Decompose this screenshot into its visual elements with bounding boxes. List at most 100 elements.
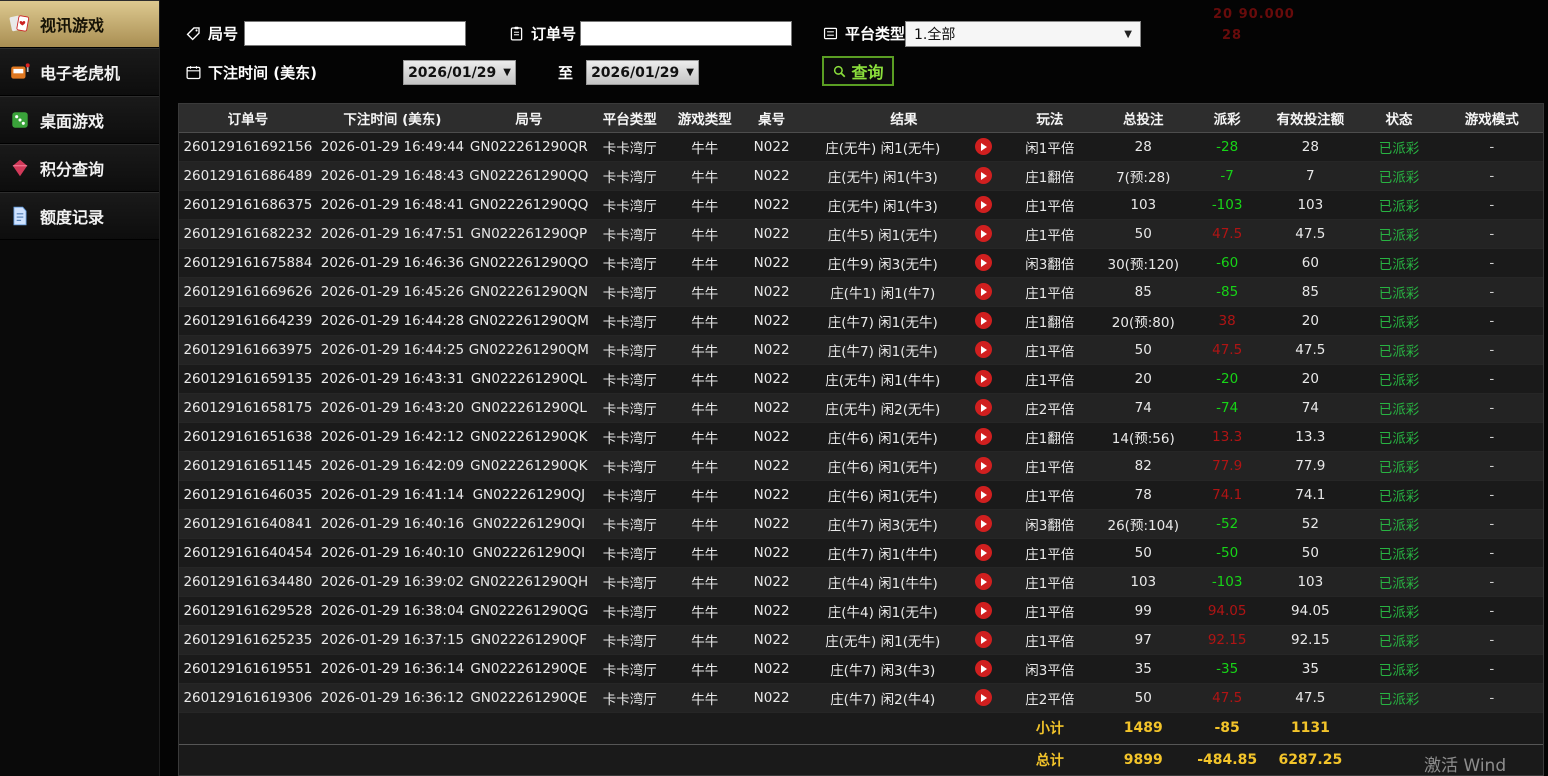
payout-cell: 13.3 bbox=[1191, 422, 1264, 452]
replay-button[interactable] bbox=[974, 428, 992, 445]
table-no-cell: N022 bbox=[739, 422, 804, 452]
replay-button[interactable] bbox=[974, 312, 992, 329]
game-type-cell: 牛牛 bbox=[670, 393, 740, 423]
game-type-cell: 牛牛 bbox=[670, 480, 740, 510]
table-no-cell: N022 bbox=[739, 248, 804, 278]
order-id-cell: 260129161629528 bbox=[179, 596, 317, 626]
replay-button[interactable] bbox=[974, 341, 992, 358]
replay-button[interactable] bbox=[974, 254, 992, 271]
game-mode-cell: - bbox=[1440, 161, 1543, 191]
game-type-cell: 牛牛 bbox=[670, 248, 740, 278]
result-cell: 庄(无牛) 闲1(无牛) bbox=[803, 132, 962, 162]
table-no-cell: N022 bbox=[739, 625, 804, 655]
play-icon bbox=[981, 519, 988, 528]
play-icon bbox=[981, 635, 988, 644]
result-cell: 庄(牛7) 闲3(牛3) bbox=[803, 654, 962, 684]
date-to-select[interactable]: 2026/01/29 ▼ bbox=[586, 60, 699, 85]
replay-button[interactable] bbox=[974, 196, 992, 213]
order-id-cell: 260129161669626 bbox=[179, 277, 317, 307]
game-mode-cell: - bbox=[1440, 306, 1543, 336]
replay-button[interactable] bbox=[974, 138, 992, 155]
replay-button[interactable] bbox=[974, 660, 992, 677]
game-type-cell: 牛牛 bbox=[670, 625, 740, 655]
replay-button[interactable] bbox=[974, 167, 992, 184]
query-button[interactable]: 查询 bbox=[822, 56, 894, 86]
replay-button[interactable] bbox=[974, 225, 992, 242]
total-bet-cell: 103 bbox=[1095, 567, 1191, 597]
platform-type-select[interactable]: 1.全部 ▼ bbox=[905, 21, 1141, 47]
result-cell: 庄(牛9) 闲3(无牛) bbox=[803, 248, 962, 278]
game-type-cell: 牛牛 bbox=[670, 683, 740, 713]
replay-button[interactable] bbox=[974, 399, 992, 416]
platform-type-value: 1.全部 bbox=[914, 27, 956, 43]
result-cell: 庄(无牛) 闲2(无牛) bbox=[803, 393, 962, 423]
valid-bet-cell: 74 bbox=[1263, 393, 1358, 423]
round-number-input[interactable] bbox=[244, 21, 466, 46]
order-id-cell: 260129161682232 bbox=[179, 219, 317, 249]
game-type-cell: 牛牛 bbox=[670, 190, 740, 220]
play-type-cell: 庄2平倍 bbox=[1004, 393, 1096, 423]
replay-button[interactable] bbox=[974, 457, 992, 474]
replay-button[interactable] bbox=[974, 370, 992, 387]
bet-time-cell: 2026-01-29 16:48:43 bbox=[316, 161, 469, 191]
platform-cell: 卡卡湾厅 bbox=[589, 393, 670, 423]
order-number-input[interactable] bbox=[580, 21, 792, 46]
game-mode-cell: - bbox=[1440, 277, 1543, 307]
status-cell: 已派彩 bbox=[1357, 654, 1441, 684]
replay-button[interactable] bbox=[974, 602, 992, 619]
valid-bet-cell: 47.5 bbox=[1263, 683, 1358, 713]
status-cell: 已派彩 bbox=[1357, 306, 1441, 336]
replay-button[interactable] bbox=[974, 283, 992, 300]
replay-button[interactable] bbox=[974, 486, 992, 503]
table-row: 260129161619306 2026-01-29 16:36:12 GN02… bbox=[179, 683, 1543, 713]
round-id-cell: GN022261290QG bbox=[468, 596, 590, 626]
valid-bet-cell: 20 bbox=[1263, 306, 1358, 336]
total-bet-cell: 50 bbox=[1095, 538, 1191, 568]
replay-cell bbox=[961, 393, 1005, 423]
table-no-cell: N022 bbox=[739, 219, 804, 249]
grand-total-row: 总计 9899 -484.85 6287.25 bbox=[179, 743, 1543, 775]
table-no-cell: N022 bbox=[739, 538, 804, 568]
header-payout: 派彩 bbox=[1191, 104, 1264, 133]
replay-button[interactable] bbox=[974, 631, 992, 648]
replay-button[interactable] bbox=[974, 689, 992, 706]
round-id-cell: GN022261290QQ bbox=[468, 190, 590, 220]
sidebar-item-video-games[interactable]: 视讯游戏 bbox=[0, 0, 159, 48]
sidebar-item-points-query[interactable]: 积分查询 bbox=[0, 144, 159, 192]
result-cell: 庄(牛6) 闲1(无牛) bbox=[803, 480, 962, 510]
order-id-cell: 260129161659135 bbox=[179, 364, 317, 394]
bet-time-cell: 2026-01-29 16:45:26 bbox=[316, 277, 469, 307]
play-icon bbox=[981, 374, 988, 383]
platform-cell: 卡卡湾厅 bbox=[589, 451, 670, 481]
bet-time-cell: 2026-01-29 16:42:12 bbox=[316, 422, 469, 452]
sidebar-item-table-games[interactable]: 桌面游戏 bbox=[0, 96, 159, 144]
chevron-down-icon: ▼ bbox=[1124, 28, 1132, 40]
play-type-cell: 庄1平倍 bbox=[1004, 480, 1096, 510]
table-row: 260129161659135 2026-01-29 16:43:31 GN02… bbox=[179, 364, 1543, 394]
order-number-label: 订单号 bbox=[508, 23, 576, 44]
result-cell: 庄(牛4) 闲1(牛牛) bbox=[803, 567, 962, 597]
order-id-cell: 260129161663975 bbox=[179, 335, 317, 365]
table-row: 260129161646035 2026-01-29 16:41:14 GN02… bbox=[179, 480, 1543, 510]
replay-button[interactable] bbox=[974, 515, 992, 532]
play-type-cell: 庄1翻倍 bbox=[1004, 422, 1096, 452]
game-type-cell: 牛牛 bbox=[670, 277, 740, 307]
sidebar-item-slot-machines[interactable]: 电子老虎机 bbox=[0, 48, 159, 96]
replay-button[interactable] bbox=[974, 544, 992, 561]
date-from-select[interactable]: 2026/01/29 ▼ bbox=[403, 60, 516, 85]
valid-bet-cell: 85 bbox=[1263, 277, 1358, 307]
play-icon bbox=[981, 490, 988, 499]
payout-cell: -7 bbox=[1191, 161, 1264, 191]
replay-cell bbox=[961, 451, 1005, 481]
sidebar-item-quota-records[interactable]: 额度记录 bbox=[0, 192, 159, 240]
status-cell: 已派彩 bbox=[1357, 132, 1441, 162]
order-id-cell: 260129161686375 bbox=[179, 190, 317, 220]
date-range-to-label: 至 bbox=[558, 64, 574, 82]
payout-cell: -28 bbox=[1191, 132, 1264, 162]
replay-button[interactable] bbox=[974, 573, 992, 590]
status-cell: 已派彩 bbox=[1357, 190, 1441, 220]
game-type-cell: 牛牛 bbox=[670, 509, 740, 539]
table-no-cell: N022 bbox=[739, 509, 804, 539]
table-no-cell: N022 bbox=[739, 132, 804, 162]
table-no-cell: N022 bbox=[739, 277, 804, 307]
